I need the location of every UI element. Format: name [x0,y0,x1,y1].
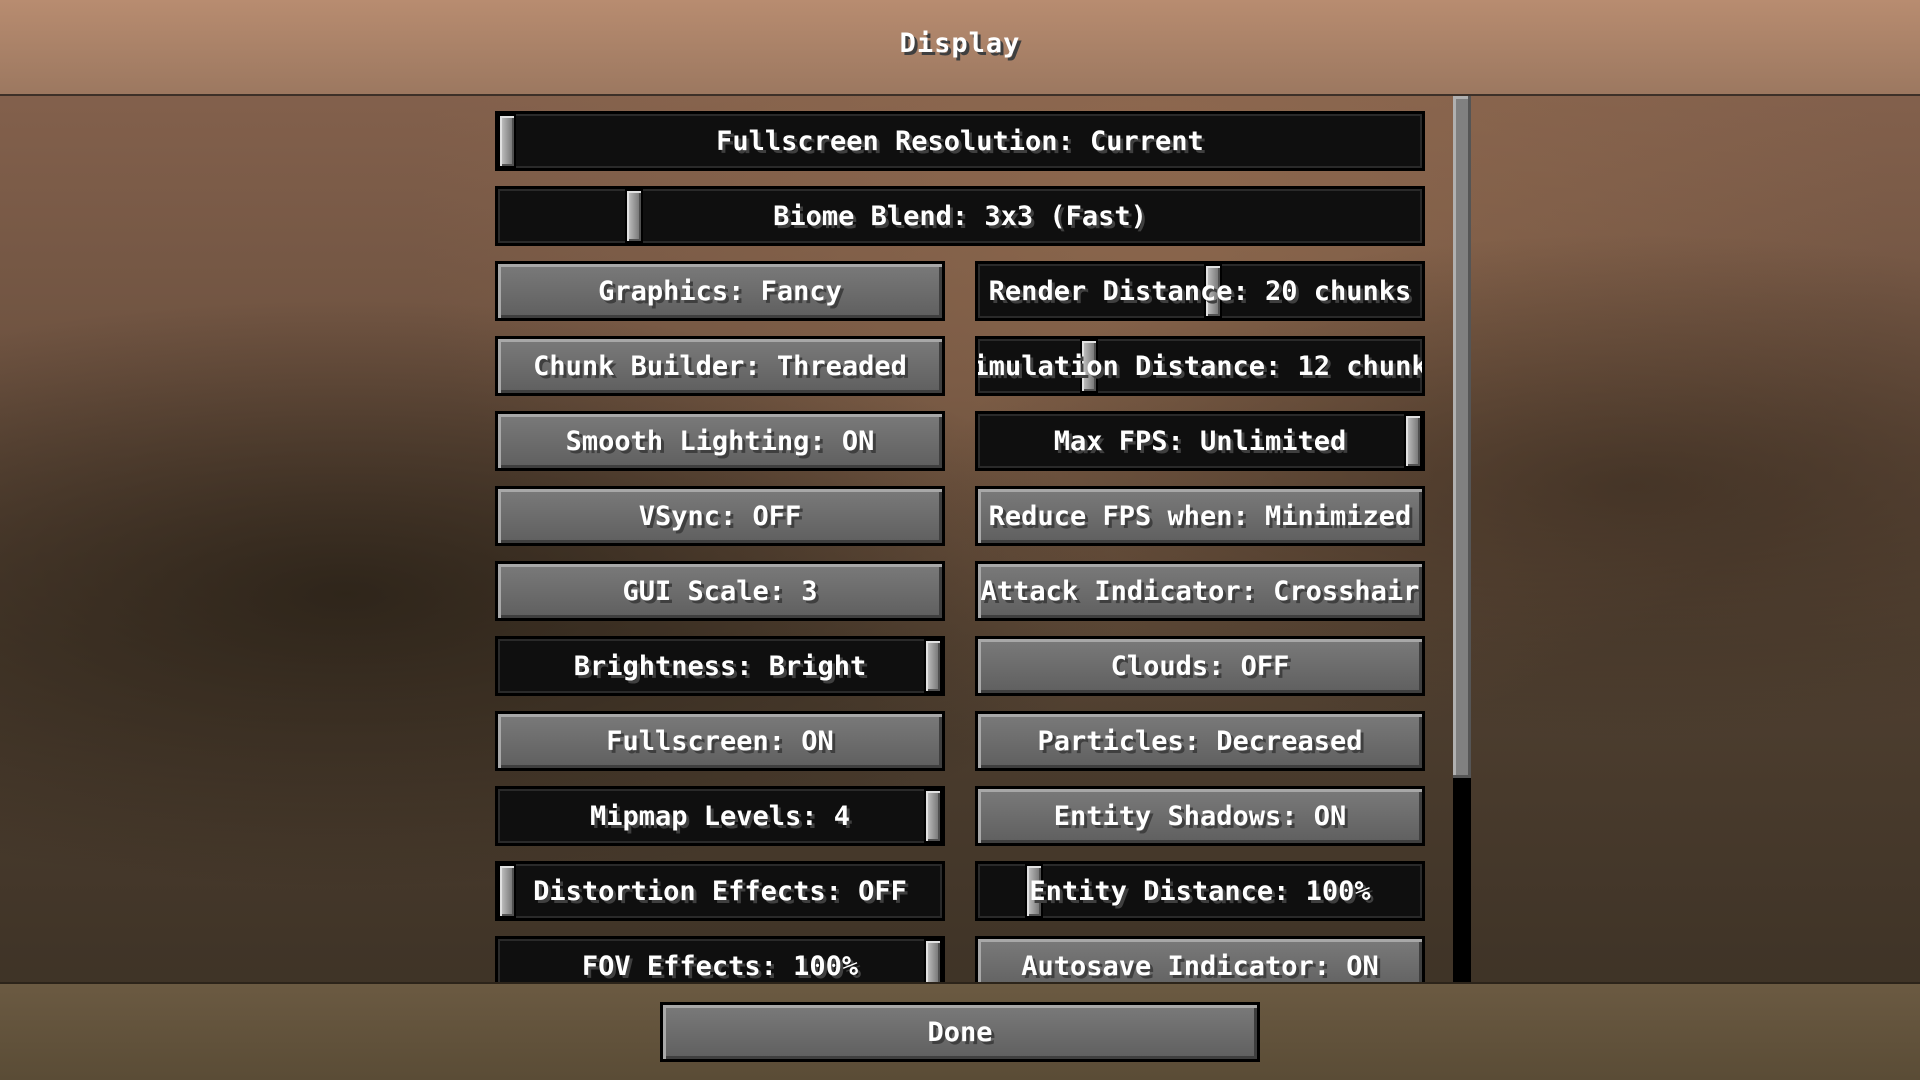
fullscreen-button[interactable]: Fullscreen: ON [495,711,945,771]
distortion-effects-slider[interactable]: Distortion Effects: OFF [495,861,945,921]
biome-blend-slider[interactable]: Biome Blend: 3x3 (Fast) [495,186,1425,246]
attack-indicator-button[interactable]: Attack Indicator: Crosshair [975,561,1425,621]
done-button-container: Done [660,1002,1260,1062]
option-row: GUI Scale: 3 Attack Indicator: Crosshair [495,561,1425,621]
slider-label: Fullscreen Resolution: Current [716,125,1204,157]
slider-label: Biome Blend: 3x3 (Fast) [773,200,1147,232]
brightness-slider[interactable]: Brightness: Bright [495,636,945,696]
slider-knob[interactable] [924,639,942,693]
slider-label: FOV Effects: 100% [581,950,859,982]
slider-knob[interactable] [924,939,942,982]
option-row: Distortion Effects: OFF Entity Distance:… [495,861,1425,921]
slider-label: Entity Distance: 100% [1029,875,1371,907]
option-row: Chunk Builder: Threaded Simulation Dista… [495,336,1425,396]
slider-label: Brightness: Bright [573,650,867,682]
option-row: FOV Effects: 100% Autosave Indicator: ON [495,936,1425,982]
fov-effects-slider[interactable]: FOV Effects: 100% [495,936,945,982]
option-row: Brightness: Bright Clouds: OFF [495,636,1425,696]
clouds-button[interactable]: Clouds: OFF [975,636,1425,696]
mipmap-levels-slider[interactable]: Mipmap Levels: 4 [495,786,945,846]
slider-knob[interactable] [1404,414,1422,468]
slider-knob[interactable] [498,864,516,918]
option-row: Graphics: Fancy Render Distance: 20 chun… [495,261,1425,321]
slider-knob[interactable] [924,789,942,843]
option-row: Mipmap Levels: 4 Entity Shadows: ON [495,786,1425,846]
particles-button[interactable]: Particles: Decreased [975,711,1425,771]
slider-knob[interactable] [624,189,643,243]
fullscreen-resolution-slider[interactable]: Fullscreen Resolution: Current [495,111,1425,171]
reduce-fps-button[interactable]: Reduce FPS when: Minimized [975,486,1425,546]
slider-label: Mipmap Levels: 4 [589,800,851,832]
page-title: Display [899,28,1021,59]
done-button[interactable]: Done [660,1002,1260,1062]
slider-label: Render Distance: 20 chunks [988,275,1412,307]
autosave-indicator-button[interactable]: Autosave Indicator: ON [975,936,1425,982]
slider-label: Simulation Distance: 12 chunks [975,350,1425,382]
scrollbar-thumb[interactable] [1453,96,1471,778]
slider-knob[interactable] [498,114,516,168]
entity-distance-slider[interactable]: Entity Distance: 100% [975,861,1425,921]
vsync-button[interactable]: VSync: OFF [495,486,945,546]
smooth-lighting-button[interactable]: Smooth Lighting: ON [495,411,945,471]
simulation-distance-slider[interactable]: Simulation Distance: 12 chunks [975,336,1425,396]
chunk-builder-button[interactable]: Chunk Builder: Threaded [495,336,945,396]
slider-label: Distortion Effects: OFF [533,875,907,907]
option-row: Fullscreen: ON Particles: Decreased [495,711,1425,771]
graphics-button[interactable]: Graphics: Fancy [495,261,945,321]
gui-scale-button[interactable]: GUI Scale: 3 [495,561,945,621]
options-list: Fullscreen Resolution: Current Biome Ble… [0,96,1920,982]
entity-shadows-button[interactable]: Entity Shadows: ON [975,786,1425,846]
option-row: VSync: OFF Reduce FPS when: Minimized [495,486,1425,546]
max-fps-slider[interactable]: Max FPS: Unlimited [975,411,1425,471]
option-row: Biome Blend: 3x3 (Fast) [495,186,1425,246]
slider-label: Max FPS: Unlimited [1053,425,1347,457]
render-distance-slider[interactable]: Render Distance: 20 chunks [975,261,1425,321]
option-row: Smooth Lighting: ON Max FPS: Unlimited [495,411,1425,471]
scrollbar-track[interactable] [1453,96,1471,982]
option-row: Fullscreen Resolution: Current [495,111,1425,171]
